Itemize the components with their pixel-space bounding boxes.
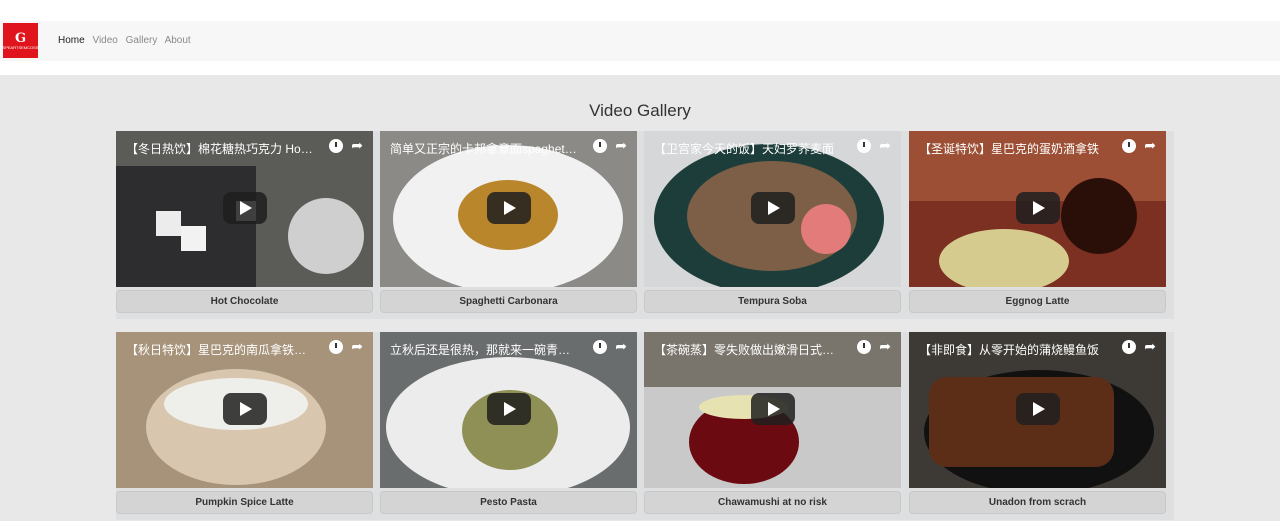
play-icon[interactable] (487, 393, 531, 425)
share-icon[interactable]: ➦ (351, 137, 363, 154)
video-title: 【冬日热饮】棉花糖热巧克力 Hot Chocolate (126, 142, 314, 156)
video-thumbnail[interactable]: 【冬日热饮】棉花糖热巧克力 Hot Chocolate ➦ (116, 131, 373, 287)
video-title: 简单又正宗的卡邦拿意面spaghetti carbonara (390, 142, 578, 156)
video-label-button[interactable]: Eggnog Latte (909, 290, 1166, 313)
video-card-6: 立秋后还是很热，那就来一碗青酱意面吧 ➦ Pesto Pasta (380, 332, 645, 520)
video-thumbnail[interactable]: 【茶碗蒸】零失败做出嫩滑日式茶碗蒸 ➦ (644, 332, 901, 488)
watch-later-icon[interactable] (593, 139, 607, 153)
share-icon[interactable]: ➦ (615, 137, 627, 154)
watch-later-icon[interactable] (593, 340, 607, 354)
video-title: 【秋日特饮】星巴克的南瓜拿铁Pumpkin Spice Latte (126, 343, 314, 357)
video-title: 【非即食】从零开始的蒲烧鳗鱼饭 (919, 343, 1100, 357)
video-title: 【茶碗蒸】零失败做出嫩滑日式茶碗蒸 (654, 343, 842, 357)
video-label-button[interactable]: Pumpkin Spice Latte (116, 491, 373, 514)
share-icon[interactable]: ➦ (351, 338, 363, 355)
video-thumbnail[interactable]: 【圣诞特饮】星巴克的蛋奶酒拿铁 ➦ (909, 131, 1166, 287)
brand-logo[interactable]: G SPEARTSEMCOSS (3, 23, 38, 58)
play-icon[interactable] (223, 192, 267, 224)
watch-later-icon[interactable] (857, 340, 871, 354)
video-label-button[interactable]: Pesto Pasta (380, 491, 637, 514)
share-icon[interactable]: ➦ (879, 338, 891, 355)
watch-later-icon[interactable] (857, 139, 871, 153)
play-icon[interactable] (487, 192, 531, 224)
watch-later-icon[interactable] (329, 139, 343, 153)
nav-gallery[interactable]: Gallery (126, 35, 158, 46)
video-card-7: 【茶碗蒸】零失败做出嫩滑日式茶碗蒸 ➦ Chawamushi at no ris… (644, 332, 909, 520)
video-title: 【卫宫家今天的饭】天妇罗荞麦面 (654, 142, 835, 156)
share-icon[interactable]: ➦ (615, 338, 627, 355)
play-icon[interactable] (1016, 192, 1060, 224)
nav-about[interactable]: About (165, 35, 191, 46)
video-card-1: 【冬日热饮】棉花糖热巧克力 Hot Chocolate ➦ Hot Chocol… (116, 131, 381, 319)
video-card-3: 【卫宫家今天的饭】天妇罗荞麦面 ➦ Tempura Soba (644, 131, 909, 319)
share-icon[interactable]: ➦ (1144, 137, 1156, 154)
video-card-4: 【圣诞特饮】星巴克的蛋奶酒拿铁 ➦ Eggnog Latte (909, 131, 1174, 319)
video-label-button[interactable]: Tempura Soba (644, 290, 901, 313)
watch-later-icon[interactable] (329, 340, 343, 354)
video-card-2: 简单又正宗的卡邦拿意面spaghetti carbonara ➦ Spaghet… (380, 131, 645, 319)
video-label-button[interactable]: Chawamushi at no risk (644, 491, 901, 514)
video-thumbnail[interactable]: 【卫宫家今天的饭】天妇罗荞麦面 ➦ (644, 131, 901, 287)
video-title: 立秋后还是很热，那就来一碗青酱意面吧 (390, 343, 578, 357)
video-card-8: 【非即食】从零开始的蒲烧鳗鱼饭 ➦ Unadon from scrach (909, 332, 1174, 520)
video-thumbnail[interactable]: 【秋日特饮】星巴克的南瓜拿铁Pumpkin Spice Latte ➦ (116, 332, 373, 488)
video-thumbnail[interactable]: 简单又正宗的卡邦拿意面spaghetti carbonara ➦ (380, 131, 637, 287)
nav-home[interactable]: Home (58, 35, 85, 46)
video-label-button[interactable]: Unadon from scrach (909, 491, 1166, 514)
page-title: Video Gallery (589, 101, 691, 120)
video-label-button[interactable]: Spaghetti Carbonara (380, 290, 637, 313)
logo-mark: G (14, 30, 27, 46)
video-card-5: 【秋日特饮】星巴克的南瓜拿铁Pumpkin Spice Latte ➦ Pump… (116, 332, 381, 520)
video-title: 【圣诞特饮】星巴克的蛋奶酒拿铁 (919, 142, 1100, 156)
video-thumbnail[interactable]: 【非即食】从零开始的蒲烧鳗鱼饭 ➦ (909, 332, 1166, 488)
nav-video[interactable]: Video (92, 35, 117, 46)
play-icon[interactable] (751, 192, 795, 224)
watch-later-icon[interactable] (1122, 139, 1136, 153)
watch-later-icon[interactable] (1122, 340, 1136, 354)
play-icon[interactable] (223, 393, 267, 425)
play-icon[interactable] (1016, 393, 1060, 425)
logo-tag: SPEARTSEMCOSS (2, 44, 39, 50)
nav-links: Home Video Gallery About (58, 35, 196, 46)
video-thumbnail[interactable]: 立秋后还是很热，那就来一碗青酱意面吧 ➦ (380, 332, 637, 488)
share-icon[interactable]: ➦ (879, 137, 891, 154)
play-icon[interactable] (751, 393, 795, 425)
share-icon[interactable]: ➦ (1144, 338, 1156, 355)
video-label-button[interactable]: Hot Chocolate (116, 290, 373, 313)
